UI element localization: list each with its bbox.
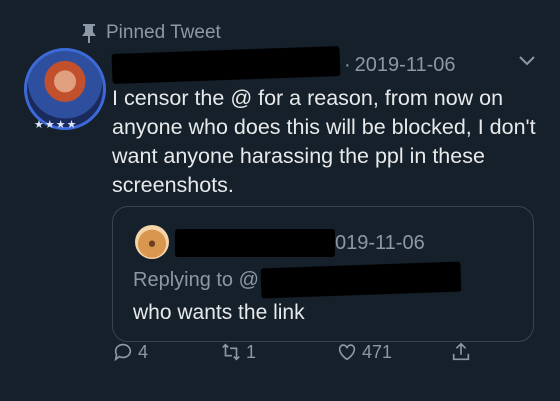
replying-to: Replying to @ [133, 261, 462, 299]
chevron-down-icon[interactable] [518, 54, 536, 68]
avatar-badge-stars: ★★★★ [34, 119, 78, 131]
quoted-avatar [135, 225, 169, 259]
tweet-date[interactable]: 2019-11-06 [355, 54, 456, 77]
share-button[interactable] [450, 341, 472, 363]
quoted-tweet[interactable]: 019-11-06 Replying to @ who wants the li… [112, 206, 534, 342]
replying-to-label: Replying to @ [133, 268, 259, 291]
like-count: 471 [362, 341, 393, 362]
retweet-count: 1 [246, 341, 257, 362]
quoted-date: 019-11-06 [335, 231, 425, 254]
quoted-text: who wants the link [133, 301, 305, 324]
retweet-icon [222, 343, 240, 361]
redacted-quoted-username [175, 229, 335, 257]
like-button[interactable]: 471 [336, 341, 392, 363]
pinned-label: Pinned Tweet [106, 22, 221, 43]
retweet-button[interactable]: 1 [220, 341, 256, 363]
pin-icon [82, 24, 96, 43]
redacted-username [111, 46, 341, 84]
separator-dot: · [344, 53, 351, 76]
reply-count: 4 [138, 341, 149, 362]
pinned-tweet-header: Pinned Tweet [80, 22, 221, 44]
reply-icon [114, 343, 132, 362]
tweet-text: I censor the @ for a reason, from now on… [112, 86, 536, 197]
quoted-header: 019-11-06 [175, 229, 425, 257]
reply-button[interactable]: 4 [112, 341, 148, 363]
heart-icon [338, 344, 356, 361]
tweet-header: · 2019-11-06 [111, 46, 456, 84]
redacted-reply-handle [260, 261, 462, 299]
share-icon [452, 342, 470, 361]
